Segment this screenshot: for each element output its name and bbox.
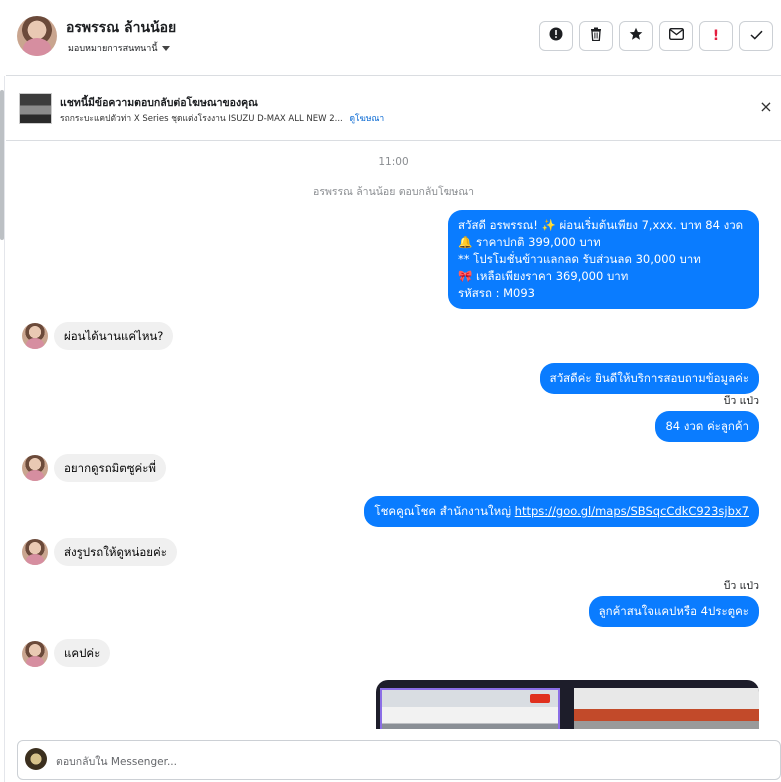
left-scrollbar[interactable] <box>0 76 5 782</box>
reply-input-box[interactable]: ตอบกลับใน Messenger... <box>17 740 781 780</box>
messenger-page: อรพรรณ ล้านน้อย มอบหมายการสนทนานี้ ! แชท… <box>0 0 781 782</box>
assign-label: มอบหมายการสนทนานี้ <box>68 44 158 54</box>
ad-banner-subtitle: รถกระบะแคปตัวท่า X Series ชุดแต่งโรงงาน … <box>60 111 384 125</box>
maps-link[interactable]: https://goo.gl/maps/SBSqcCdkC923sjbx7 <box>515 504 749 518</box>
conversation-header: อรพรรณ ล้านน้อย มอบหมายการสนทนานี้ ! <box>6 0 781 76</box>
outgoing-message[interactable]: 84 งวด ค่ะลูกค้า <box>655 411 759 442</box>
message-line: สวัสดี อรพรรณ! ✨ ผ่อนเริ่มต้นเพียง 7,xxx… <box>458 218 744 232</box>
contact-avatar-small[interactable] <box>22 455 48 481</box>
photo-badge <box>530 694 550 703</box>
outgoing-message[interactable]: ลูกค้าสนใจแคปหรือ 4ประตูคะ <box>588 596 759 627</box>
message-text: โชคคูณโชค สำนักงานใหญ่ <box>374 504 515 518</box>
incoming-message[interactable]: แคปค่ะ <box>54 639 111 667</box>
car-photo[interactable] <box>574 688 759 729</box>
close-icon[interactable]: × <box>757 98 775 116</box>
mark-spam-button[interactable] <box>539 21 573 51</box>
contact-avatar-small[interactable] <box>22 323 48 349</box>
incoming-message[interactable]: ผ่อนได้นานแค่ไหน? <box>54 322 174 350</box>
message-thread[interactable]: 11:00 อรพรรณ ล้านน้อย ตอบกลับโฆษณา สวัสด… <box>6 141 781 729</box>
mark-done-button[interactable] <box>739 21 773 51</box>
outgoing-message[interactable]: สวัสดี อรพรรณ! ✨ ผ่อนเริ่มต้นเพียง 7,xxx… <box>448 210 759 309</box>
incoming-message[interactable]: อยากดูรถมิตซูค่ะพี่ <box>54 454 166 482</box>
page-avatar <box>25 748 47 770</box>
view-ad-link[interactable]: ดูโฆษณา <box>349 114 384 124</box>
star-button[interactable] <box>619 21 653 51</box>
ad-description: รถกระบะแคปตัวท่า X Series ชุดแต่งโรงงาน … <box>60 114 343 124</box>
ad-thumbnail[interactable] <box>19 93 52 124</box>
assign-dropdown[interactable]: มอบหมายการสนทนานี้ <box>68 41 170 55</box>
message-composer: ตอบกลับใน Messenger... <box>6 729 781 782</box>
contact-name[interactable]: อรพรรณ ล้านน้อย <box>66 17 176 39</box>
outgoing-message[interactable]: สวัสดีค่ะ ยินดีให้บริการสอบถามข้อมูลค่ะ <box>539 363 759 394</box>
image-attachment[interactable] <box>376 680 759 729</box>
message-timestamp: 11:00 <box>378 156 409 168</box>
ad-reply-note: อรพรรณ ล้านน้อย ตอบกลับโฆษณา <box>313 186 474 198</box>
contact-avatar-small[interactable] <box>22 641 48 667</box>
contact-avatar[interactable] <box>17 16 57 56</box>
contact-avatar-small[interactable] <box>22 539 48 565</box>
seen-indicator: บีว แป่ว <box>723 580 759 592</box>
message-line: ** โปรโมชั่นข้าวแลกลด รับส่วนลด 30,000 บ… <box>458 252 701 266</box>
message-line: รหัสรถ : M093 <box>458 286 535 300</box>
outgoing-message[interactable]: โชคคูณโชค สำนักงานใหญ่ https://goo.gl/ma… <box>364 496 759 527</box>
trash-icon <box>590 27 602 45</box>
star-icon <box>629 27 643 45</box>
follow-up-button[interactable]: ! <box>699 21 733 51</box>
caret-down-icon <box>161 45 170 51</box>
message-line: 🎀 เหลือเพียงราคา 369,000 บาท <box>458 269 629 283</box>
header-actions: ! <box>539 21 773 51</box>
seen-indicator: บีว แป่ว <box>723 395 759 407</box>
check-icon <box>749 28 763 44</box>
alert-circle-icon <box>549 27 563 45</box>
exclamation-icon: ! <box>712 28 720 44</box>
mail-icon <box>668 27 684 44</box>
message-line: 🔔 ราคาปกติ 399,000 บาท <box>458 235 601 249</box>
incoming-message[interactable]: ส่งรูปรถให้ดูหน่อยค่ะ <box>54 538 177 566</box>
scrollbar-thumb[interactable] <box>0 90 4 240</box>
car-photo[interactable] <box>380 688 560 729</box>
delete-button[interactable] <box>579 21 613 51</box>
mark-unread-button[interactable] <box>659 21 693 51</box>
ad-reply-banner: แชทนี้มีข้อความตอบกลับต่อโฆษณาของคุณ รถก… <box>6 76 781 141</box>
ad-banner-title: แชทนี้มีข้อความตอบกลับต่อโฆษณาของคุณ <box>60 97 258 109</box>
reply-input[interactable]: ตอบกลับใน Messenger... <box>56 753 177 770</box>
